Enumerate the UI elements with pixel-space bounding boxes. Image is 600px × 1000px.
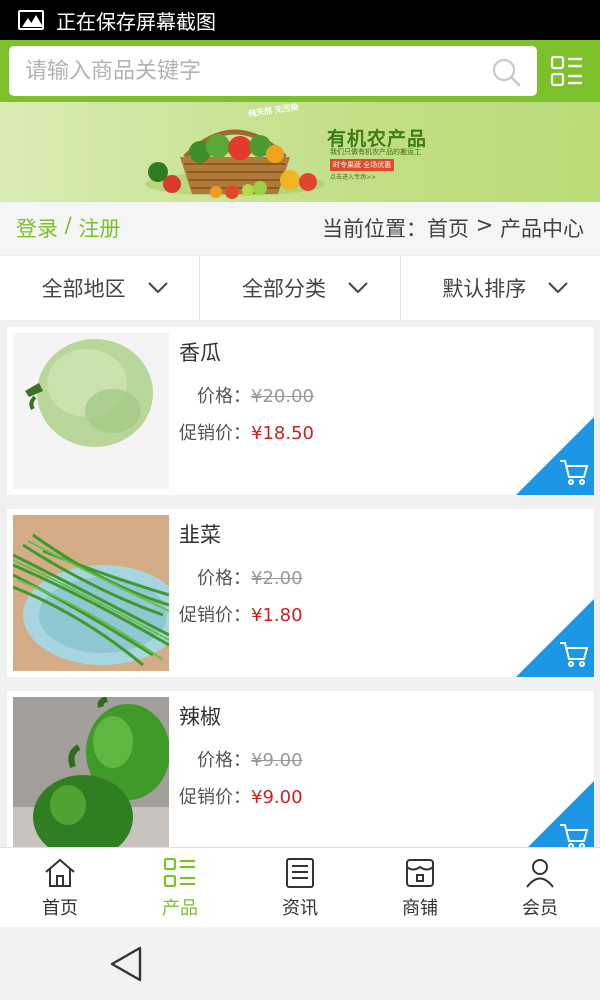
register-link[interactable]: 注册 — [78, 213, 120, 243]
banner-subtitle: 我们只做有机农产品的搬运工 — [330, 148, 421, 156]
original-price: ¥2.00 — [251, 568, 303, 589]
banner-note: 点击进入专场>> — [330, 174, 377, 181]
product-card[interactable]: 香瓜 价格：¥20.00 促销价：¥18.50 — [7, 327, 594, 495]
tab-news[interactable]: 资讯 — [240, 848, 360, 927]
news-icon — [286, 857, 314, 888]
login-register: 登录 / 注册 — [16, 213, 120, 243]
breadcrumb-current: 产品中心 — [500, 217, 584, 241]
promo-price-row: 促销价：¥9.00 — [179, 783, 303, 809]
image-icon — [18, 10, 44, 30]
product-name[interactable]: 香瓜 — [179, 337, 221, 367]
promo-price: ¥9.00 — [251, 787, 303, 808]
status-text: 正在保存屏幕截图 — [56, 9, 216, 34]
product-list-icon — [163, 857, 195, 887]
product-image[interactable] — [13, 333, 169, 489]
promo-price-label: 促销价： — [179, 423, 251, 444]
filter-category[interactable]: 全部分类 — [200, 256, 401, 320]
breadcrumb: 当前位置： 首页 > 产品中心 — [322, 213, 584, 243]
product-card[interactable]: 韭菜 价格：¥2.00 促销价：¥1.80 — [7, 509, 594, 677]
product-image[interactable] — [13, 515, 169, 671]
user-icon — [526, 858, 554, 888]
vegetable-basket-image — [145, 129, 325, 199]
login-link[interactable]: 登录 — [16, 213, 58, 243]
search-header — [0, 40, 600, 102]
price-label: 价格： — [197, 386, 251, 407]
location-bar: 登录 / 注册 当前位置： 首页 > 产品中心 — [0, 202, 600, 254]
bottom-tab-bar: 首页 产品 资讯 商铺 会员 — [0, 847, 600, 927]
original-price: ¥9.00 — [251, 750, 303, 771]
tab-label: 资讯 — [282, 897, 318, 919]
filter-region[interactable]: 全部地区 — [0, 256, 201, 320]
grid-list-icon[interactable] — [550, 54, 584, 88]
tab-store[interactable]: 商铺 — [360, 848, 480, 927]
store-icon — [406, 858, 434, 887]
tab-products[interactable]: 产品 — [120, 848, 240, 927]
search-input[interactable] — [25, 58, 465, 84]
promo-banner[interactable]: 纯天然 无污染 有机农产品 我们只做有机农产品的搬运工 时令果蔬 全场优惠 点击… — [0, 102, 600, 202]
tab-label: 商铺 — [402, 897, 438, 919]
breadcrumb-home[interactable]: 首页 — [427, 213, 469, 243]
price-row: 价格：¥2.00 — [197, 564, 303, 590]
product-name[interactable]: 韭菜 — [179, 519, 221, 549]
product-image[interactable] — [13, 697, 169, 853]
filter-sort[interactable]: 默认排序 — [401, 256, 600, 320]
tab-member[interactable]: 会员 — [480, 848, 600, 927]
price-row: 价格：¥9.00 — [197, 746, 303, 772]
home-icon — [45, 858, 75, 887]
breadcrumb-label: 当前位置： — [322, 217, 428, 241]
login-separator: / — [58, 213, 79, 237]
filter-label: 全部地区 — [41, 277, 126, 301]
chevron-down-icon — [548, 282, 569, 294]
price-label: 价格： — [197, 568, 251, 589]
promo-price-row: 促销价：¥1.80 — [179, 601, 303, 627]
status-bar: 正在保存屏幕截图 — [0, 0, 600, 40]
promo-price: ¥1.80 — [251, 605, 303, 626]
banner-tag: 时令果蔬 全场优惠 — [330, 159, 395, 171]
search-box[interactable] — [9, 46, 537, 96]
promo-price-label: 促销价： — [179, 787, 251, 808]
search-icon[interactable] — [491, 57, 521, 87]
filter-bar: 全部地区 全部分类 默认排序 — [0, 256, 600, 320]
breadcrumb-separator: > — [469, 213, 500, 237]
system-nav-bar — [0, 927, 600, 1000]
price-label: 价格： — [197, 750, 251, 771]
chives-image — [13, 515, 169, 671]
tab-label: 首页 — [42, 897, 78, 919]
melon-image — [25, 339, 153, 447]
green-pepper-image — [13, 697, 169, 853]
back-icon[interactable] — [108, 945, 144, 983]
product-card[interactable]: 辣椒 价格：¥9.00 促销价：¥9.00 — [7, 691, 594, 859]
price-row: 价格：¥20.00 — [197, 382, 314, 408]
original-price: ¥20.00 — [251, 386, 314, 407]
chevron-down-icon — [348, 282, 368, 294]
promo-price-label: 促销价： — [179, 605, 251, 626]
promo-price: ¥18.50 — [251, 423, 314, 444]
tab-label: 产品 — [162, 897, 198, 919]
filter-label: 默认排序 — [442, 277, 527, 301]
product-name[interactable]: 辣椒 — [179, 701, 221, 731]
tab-home[interactable]: 首页 — [0, 848, 120, 927]
promo-price-row: 促销价：¥18.50 — [179, 419, 314, 445]
add-to-cart-button[interactable] — [516, 599, 594, 677]
tab-label: 会员 — [522, 897, 558, 919]
add-to-cart-button[interactable] — [516, 417, 594, 495]
chevron-down-icon — [147, 282, 168, 294]
filter-label: 全部分类 — [241, 277, 326, 301]
